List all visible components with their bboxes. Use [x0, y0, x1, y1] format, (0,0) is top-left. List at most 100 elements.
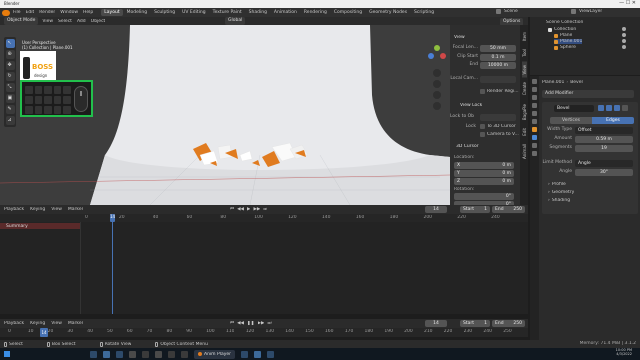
npanel-tab-bagapie[interactable]: BagaPie	[522, 101, 527, 123]
outliner-item[interactable]: Plane	[554, 33, 582, 38]
workspace-tab-animation[interactable]: Animation	[271, 9, 300, 16]
transform-orientation[interactable]: Global	[225, 17, 246, 25]
timeline-menu-marker[interactable]: Marker	[68, 207, 84, 212]
move-tool-icon[interactable]: ✥	[5, 61, 15, 70]
npanel-tab-edit[interactable]: Edit	[522, 125, 527, 139]
workspace-tab-uv-editing[interactable]: UV Editing	[179, 9, 208, 16]
viewport-menu-object[interactable]: Object	[91, 19, 106, 24]
navigation-gizmo[interactable]	[428, 45, 446, 63]
end-frame-field[interactable]: End 250	[492, 206, 525, 213]
scene-selector[interactable]: Scene	[495, 9, 518, 14]
timeline-menu-view[interactable]: View	[51, 207, 62, 212]
start-menu-icon[interactable]	[4, 351, 10, 357]
taskbar-app-icon[interactable]	[103, 350, 110, 358]
menu-render[interactable]: Render	[39, 10, 55, 15]
next-key-icon[interactable]: ▶▶	[258, 321, 265, 326]
pan-hand-icon[interactable]	[433, 80, 441, 88]
focal-length-field[interactable]: 50 mm	[480, 45, 516, 52]
prev-key-icon[interactable]: ◀◀	[237, 321, 244, 326]
modifier-name-field[interactable]: Bevel	[554, 105, 594, 112]
taskbar-app-icon[interactable]	[129, 350, 136, 358]
scale-tool-icon[interactable]: ⤡	[5, 83, 15, 92]
npanel-tab-animall[interactable]: Animall	[522, 141, 527, 162]
render-region-checkbox[interactable]: Render Regi...	[480, 89, 519, 94]
limit-method-select[interactable]: Angle	[575, 160, 633, 167]
zoom-icon[interactable]	[433, 69, 441, 77]
viewport-menu-select[interactable]: Select	[58, 19, 72, 24]
eye-icon[interactable]	[622, 39, 626, 43]
cursor-z-field[interactable]: Z 0 m	[454, 178, 514, 185]
world-tab-icon[interactable]	[532, 119, 537, 124]
blender-logo-icon[interactable]	[2, 9, 10, 16]
width-type-select[interactable]: Offset	[575, 127, 633, 134]
viewport-3d[interactable]: User Perspective (1) Collection | Plane.…	[0, 25, 450, 205]
end-frame2-field[interactable]: End 250	[492, 320, 525, 327]
angle-field[interactable]: 30°	[575, 169, 633, 176]
viewport-menu-view[interactable]: View	[42, 19, 53, 24]
taskbar-clock[interactable]: 10:00 PM 4/3/2022	[616, 348, 632, 356]
npanel-tab-create[interactable]: Create	[522, 79, 527, 98]
annotate-tool-icon[interactable]: ✎	[5, 105, 15, 114]
eye-icon[interactable]	[622, 27, 626, 31]
playhead-label[interactable]: 14	[110, 214, 115, 222]
anim-player-task[interactable]: Anim Player	[194, 349, 235, 359]
view-layer-tab-icon[interactable]	[532, 103, 537, 108]
vertices-tab[interactable]: Vertices	[550, 116, 592, 124]
cursor-tool-icon[interactable]: ⊕	[5, 50, 15, 59]
menu-window[interactable]: Window	[60, 10, 78, 15]
timeline2-ruler[interactable]: 0 10 20 30 40 50 60 70 80 90 100 110 120 130 140 150 160…	[0, 328, 528, 337]
outliner-item[interactable]: Sphere	[554, 45, 582, 50]
timeline-menu-view[interactable]: View	[51, 321, 62, 326]
taskbar-app-icon[interactable]	[241, 350, 248, 358]
viewport-toggle-icon[interactable]	[606, 105, 612, 111]
render-tab-icon[interactable]	[532, 87, 537, 92]
outliner-item[interactable]: Plane.001	[554, 39, 583, 44]
tool-tab-icon[interactable]	[532, 79, 537, 84]
jump-start-icon[interactable]: ⏮	[230, 320, 234, 326]
taskbar-app-icon[interactable]	[254, 350, 261, 358]
current-frame2-field[interactable]: 14	[425, 320, 447, 327]
taskbar-app-icon[interactable]	[90, 350, 97, 358]
subpanel-shading[interactable]: › Shading	[548, 198, 574, 203]
playhead2-label[interactable]: 14	[40, 328, 48, 337]
jump-start-icon[interactable]: ⏮	[230, 206, 234, 212]
lock-3d-cursor-checkbox[interactable]: To 3D Cursor	[480, 124, 516, 129]
npanel-tab-view[interactable]: View	[521, 61, 527, 78]
eye-icon[interactable]	[622, 33, 626, 37]
modifier-tab-icon[interactable]	[532, 135, 537, 140]
menu-file[interactable]: File	[13, 10, 21, 15]
timeline-menu-marker[interactable]: Marker	[68, 321, 84, 326]
local-camera-field[interactable]	[480, 76, 516, 83]
timeline-ruler[interactable]: 0 20 40 60 80 100 120 140 160 180 200 220 240	[0, 214, 528, 222]
jump-end-icon[interactable]: ⏭	[267, 320, 271, 326]
timeline-menu-keying[interactable]: Keying	[30, 321, 45, 326]
start-frame2-field[interactable]: Start 1	[460, 320, 490, 327]
eye-icon[interactable]	[622, 45, 626, 49]
close-icon[interactable]	[622, 105, 628, 111]
workspace-tab-rendering[interactable]: Rendering	[301, 9, 330, 16]
timeline-menu-playback[interactable]: Playback	[4, 207, 24, 212]
workspace-tab-layout[interactable]: Layout	[101, 9, 123, 16]
clip-end-field[interactable]: 10000 m	[480, 62, 516, 69]
subpanel-profile[interactable]: › Profile	[548, 182, 574, 187]
output-tab-icon[interactable]	[532, 95, 537, 100]
edges-tab[interactable]: Edges	[592, 116, 634, 124]
camera-view-icon[interactable]	[433, 91, 441, 99]
window-controls[interactable]: — ☐ ✕	[619, 0, 636, 6]
jump-end-icon[interactable]: ⏭	[263, 206, 267, 212]
viewlayer-selector[interactable]: ViewLayer	[570, 9, 602, 14]
prev-key-icon[interactable]: ◀◀	[237, 207, 244, 212]
clip-start-field[interactable]: 0.1 m	[480, 54, 516, 61]
edit-mode-toggle-icon[interactable]	[598, 105, 604, 111]
menu-edit[interactable]: Edit	[26, 10, 35, 15]
subpanel-geometry[interactable]: › Geometry	[548, 190, 574, 195]
npanel-tab-item[interactable]: Item	[522, 29, 527, 44]
cursor-y-field[interactable]: Y 0 m	[454, 170, 514, 177]
add-modifier-button[interactable]: Add Modifier	[542, 90, 634, 98]
viewport-menu-add[interactable]: Add	[77, 19, 86, 24]
taskbar-app-icon[interactable]	[168, 350, 175, 358]
timeline-menu-playback[interactable]: Playback	[4, 321, 24, 326]
play-icon[interactable]: ▶	[247, 207, 250, 212]
mode-selector[interactable]: Object Mode	[4, 17, 39, 25]
transform-tool-icon[interactable]: ▣	[5, 94, 15, 103]
